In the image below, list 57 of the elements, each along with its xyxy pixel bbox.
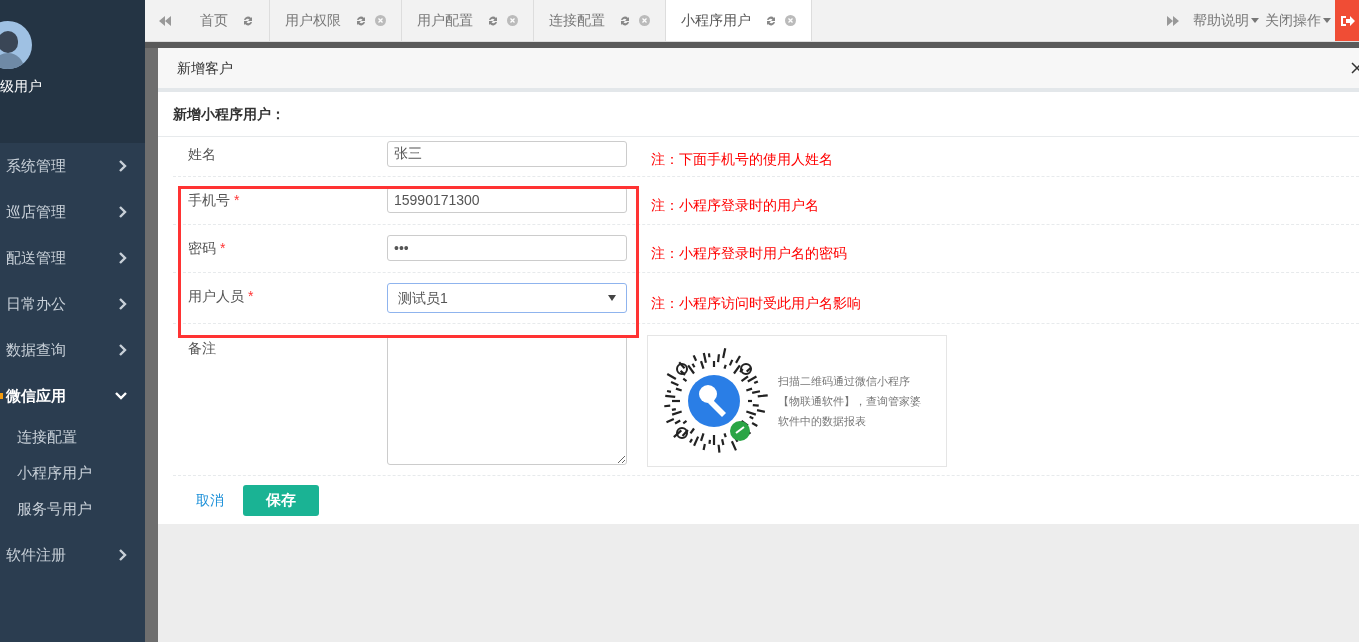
refresh-icon[interactable] <box>355 14 367 27</box>
required-mark: * <box>220 239 226 258</box>
field-label: 用户人员 <box>188 287 244 306</box>
sidebar-subitem[interactable]: 服务号用户 <box>0 491 145 527</box>
remarks-field[interactable] <box>387 335 627 465</box>
double-left-icon <box>159 15 171 26</box>
sidebar-subitem[interactable]: 连接配置 <box>0 419 145 455</box>
tab[interactable]: 小程序用户 <box>666 0 812 41</box>
section-title: 新增小程序用户： <box>173 104 285 124</box>
required-mark: * <box>248 287 254 306</box>
field-label: 备注 <box>188 339 216 358</box>
exit-button[interactable] <box>1335 0 1359 41</box>
chevron-icon <box>119 160 127 172</box>
chevron-icon <box>119 206 127 218</box>
field-note: 注：小程序登录时用户名的密码 <box>651 244 847 263</box>
sidebar-item[interactable]: 微信应用 <box>0 373 145 419</box>
tab[interactable]: 首页 <box>185 0 270 41</box>
caret-icon <box>1323 18 1331 23</box>
tab[interactable]: 用户配置 <box>402 0 534 41</box>
input-field[interactable]: ••• <box>387 235 627 261</box>
input-field[interactable]: 15990171300 <box>387 187 627 213</box>
refresh-icon[interactable] <box>619 14 631 27</box>
caret-icon <box>608 295 616 301</box>
chevron-icon <box>119 252 127 264</box>
sidebar-item[interactable]: 系统管理 <box>0 143 145 189</box>
exit-icon <box>1341 14 1355 27</box>
chevron-icon <box>119 549 127 561</box>
sidebar-item[interactable]: 数据查询 <box>0 327 145 373</box>
chevron-icon <box>115 392 127 400</box>
sidebar-item[interactable]: 日常办公 <box>0 281 145 327</box>
input-field[interactable]: 张三 <box>387 141 627 167</box>
chevron-icon <box>119 344 127 356</box>
field-label: 手机号 <box>188 191 230 210</box>
field-label: 姓名 <box>188 145 216 164</box>
field-label: 密码 <box>188 239 216 258</box>
caret-icon <box>1251 18 1259 23</box>
required-mark: * <box>234 191 240 210</box>
refresh-icon[interactable] <box>242 14 254 27</box>
sidebar-item[interactable]: 巡店管理 <box>0 189 145 235</box>
qr-caption: 扫描二维码通过微信小程序【物联通软件】，查询管家婆软件中的数据报表 <box>778 374 922 429</box>
refresh-icon[interactable] <box>765 14 777 27</box>
refresh-icon[interactable] <box>487 14 499 27</box>
select-field[interactable]: 测试员1 <box>387 283 627 313</box>
sidebar-item[interactable]: 软件注册 <box>0 532 145 578</box>
user-name: 级用户 <box>0 77 42 96</box>
cancel-link[interactable]: 取消 <box>196 489 224 511</box>
chevron-icon <box>119 298 127 310</box>
dialog-title: 新增客户 <box>177 58 233 78</box>
field-note: 注：小程序访问时受此用户名影响 <box>651 294 861 313</box>
double-right-icon <box>1167 15 1179 26</box>
field-note: 注：下面手机号的使用人姓名 <box>651 150 833 169</box>
sidebar-subitem[interactable]: 小程序用户 <box>0 455 145 491</box>
tab[interactable]: 用户权限 <box>270 0 402 41</box>
dropdown-button[interactable]: 关闭操作 <box>1265 10 1331 31</box>
dropdown-button[interactable]: 帮助说明 <box>1193 10 1259 31</box>
field-note: 注：小程序登录时的用户名 <box>651 196 819 215</box>
sidebar-item[interactable]: 配送管理 <box>0 235 145 281</box>
